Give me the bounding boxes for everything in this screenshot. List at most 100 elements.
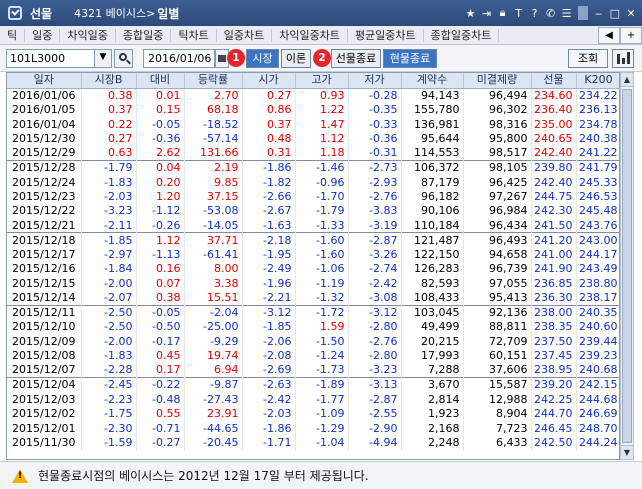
search-button[interactable] <box>114 49 133 68</box>
cell-change-rate: -9.87 <box>184 376 243 392</box>
scroll-thumb[interactable] <box>622 89 632 443</box>
menu-icon[interactable]: ☰ <box>562 7 572 20</box>
col-header-change-rate[interactable]: 등락률 <box>184 73 243 89</box>
cell-open-interest: 7,723 <box>463 420 532 436</box>
table-row[interactable]: 2016/01/04 0.22 -0.05 -18.52 0.37 1.47 -0.33 13… <box>7 116 619 132</box>
cell-date: 2015/12/16 <box>7 261 82 277</box>
table-header-row: 일자 시장B 대비 등락률 시가 고가 저가 계약수 미결제량 선물 K200 <box>7 73 619 89</box>
tab-prev-icon[interactable]: ◀ <box>598 26 620 44</box>
table-row[interactable]: 2015/12/15 -2.00 0.07 3.38 -1.96 -1.19 -2.42 82… <box>7 276 619 291</box>
table-row[interactable]: 2015/12/01 -2.30 -0.71 -44.65 -1.86 -1.29 -2.9… <box>7 420 619 436</box>
col-header-market-basis[interactable]: 시장B <box>81 73 137 89</box>
cell-low: -3.83 <box>348 203 402 219</box>
restore-icon[interactable]: □ <box>610 7 620 20</box>
tab-composite-intraday[interactable]: 종합일중 <box>116 28 172 42</box>
col-header-contracts[interactable]: 계약수 <box>401 73 464 89</box>
star-icon[interactable]: ★ <box>466 7 476 20</box>
minimize-icon[interactable]: ‒ <box>594 7 604 20</box>
cell-open: -2.03 <box>242 406 296 421</box>
cell-change: -0.36 <box>136 131 185 146</box>
cell-contracts: 106,372 <box>401 159 464 175</box>
tab-arbitrage-intraday[interactable]: 차익일중 <box>60 28 116 42</box>
table-row[interactable]: 2015/12/18 -1.85 1.12 37.71 -2.18 -1.60 -2.87 1… <box>7 232 619 248</box>
table-row[interactable]: 2015/12/09 -2.00 -0.17 -9.29 -2.06 -1.50 -2.76… <box>7 333 619 349</box>
col-header-open-interest[interactable]: 미결제량 <box>463 73 532 89</box>
cell-high: -1.50 <box>295 333 349 349</box>
futures-close-button[interactable]: 선물종료 <box>331 49 381 68</box>
table-row[interactable]: 2015/11/30 -1.59 -0.27 -20.45 -1.71 -1.04 -4.9… <box>7 435 619 450</box>
market-basis-button[interactable]: 시장 <box>246 49 279 68</box>
close-icon[interactable]: ✕ <box>626 7 636 20</box>
cell-open-interest: 96,302 <box>463 102 532 117</box>
table-row[interactable]: 2015/12/16 -1.84 0.16 8.00 -2.49 -1.06 -2.74 12… <box>7 261 619 277</box>
phone-icon[interactable]: ✆ <box>546 7 556 20</box>
theory-basis-button[interactable]: 이론 <box>281 49 311 68</box>
tab-average-intraday-chart[interactable]: 평균일중차트 <box>348 28 424 42</box>
cell-open-interest: 96,494 <box>463 88 532 103</box>
text-icon[interactable]: T <box>514 7 524 20</box>
table-row[interactable]: 2015/12/22 -3.23 -1.12 -53.08 -2.67 -1.79 -3.8… <box>7 203 619 219</box>
cell-date: 2015/12/07 <box>7 362 82 378</box>
col-header-low[interactable]: 저가 <box>348 73 402 89</box>
col-header-date[interactable]: 일자 <box>7 73 82 89</box>
tab-tick[interactable]: 틱 <box>0 28 26 42</box>
col-header-k200[interactable]: K200 <box>576 73 619 89</box>
cell-market-basis: -1.59 <box>81 435 137 450</box>
table-row[interactable]: 2015/12/03 -2.23 -0.48 -27.43 -2.42 -1.77 -2.8… <box>7 391 619 407</box>
table-row[interactable]: 2015/12/30 0.27 -0.36 -57.14 0.48 1.12 -0.36 95… <box>7 131 619 146</box>
cell-date: 2015/12/23 <box>7 189 82 204</box>
table-row[interactable]: 2015/12/28 -1.79 0.04 2.19 -1.86 -1.46 -2.73 10… <box>7 159 619 175</box>
table-row[interactable]: 2015/12/24 -1.83 0.20 9.85 -1.82 -0.96 -2.93 87… <box>7 174 619 190</box>
col-header-futures[interactable]: 선물 <box>531 73 577 89</box>
tab-intraday[interactable]: 일중 <box>25 28 61 42</box>
cell-contracts: 94,143 <box>401 88 464 103</box>
tab-tick-chart[interactable]: 틱차트 <box>171 28 217 42</box>
tab-composite-intraday-chart[interactable]: 종합일중차트 <box>424 28 500 42</box>
tab-intraday-chart[interactable]: 일중차트 <box>217 28 273 42</box>
help-icon[interactable]: ? <box>530 7 540 20</box>
cell-k200: 234.22 <box>576 88 619 103</box>
lock-icon[interactable]: 🔒︎ <box>498 6 508 20</box>
cell-open-interest: 97,267 <box>463 189 532 204</box>
cell-low: -2.42 <box>348 276 402 291</box>
tab-next-icon[interactable]: + <box>620 26 642 44</box>
cell-market-basis: -1.83 <box>81 174 137 190</box>
table-row[interactable]: 2015/12/08 -1.83 0.45 19.74 -2.08 -1.24 -2.80 1… <box>7 348 619 363</box>
tab-arbitrage-intraday-chart[interactable]: 차익일중차트 <box>272 28 348 42</box>
table-row[interactable]: 2015/12/07 -2.28 0.17 6.94 -2.69 -1.73 -3.23 7,… <box>7 362 619 378</box>
table-row[interactable]: 2016/01/05 0.37 0.15 68.18 0.86 1.22 -0.35 155,… <box>7 102 619 117</box>
col-header-open[interactable]: 시가 <box>242 73 296 89</box>
table-row[interactable]: 2015/12/02 -1.75 0.55 23.91 -2.03 -1.09 -2.55 1… <box>7 406 619 421</box>
cell-date: 2015/12/14 <box>7 290 82 306</box>
cell-change: -0.05 <box>136 116 185 132</box>
table-row[interactable]: 2015/12/21 -2.11 -0.26 -14.05 -1.63 -1.33 -3.1… <box>7 218 619 233</box>
cell-market-basis: -1.79 <box>81 159 137 175</box>
cell-high: 1.18 <box>295 145 349 161</box>
spot-close-button[interactable]: 현물종료 <box>383 49 437 68</box>
cell-change: 0.15 <box>136 102 185 117</box>
scroll-down-icon[interactable]: ▼ <box>621 445 633 459</box>
chevron-down-icon[interactable]: ▼ <box>94 49 112 68</box>
table-row[interactable]: 2015/12/04 -2.45 -0.22 -9.87 -2.63 -1.89 -3.13… <box>7 376 619 392</box>
table-row[interactable]: 2016/01/06 0.38 0.01 2.70 0.27 0.93 -0.28 94,14… <box>7 88 619 103</box>
col-header-high[interactable]: 고가 <box>295 73 349 89</box>
table-row[interactable]: 2015/12/10 -2.50 -0.50 -25.00 -1.85 1.59 -2.80… <box>7 319 619 334</box>
vertical-scrollbar[interactable]: ▲ ▼ <box>620 72 634 460</box>
cell-market-basis: 0.63 <box>81 145 137 161</box>
cell-market-basis: -2.07 <box>81 290 137 306</box>
col-header-change[interactable]: 대비 <box>136 73 185 89</box>
query-button[interactable]: 조회 <box>568 49 608 68</box>
cell-futures: 242.25 <box>531 391 577 407</box>
cell-market-basis: 0.22 <box>81 116 137 132</box>
cell-open: -1.82 <box>242 174 296 190</box>
scroll-up-icon[interactable]: ▲ <box>621 73 633 87</box>
table-row[interactable]: 2015/12/17 -2.97 -1.13 -61.41 -1.95 -1.60 -3.2… <box>7 247 619 262</box>
table-row[interactable]: 2015/12/14 -2.07 0.38 15.51 -2.21 -1.32 -3.08 1… <box>7 290 619 306</box>
date-input[interactable]: 2016/01/06 <box>143 49 215 68</box>
table-row[interactable]: 2015/12/29 0.63 2.62 131.66 0.31 1.18 -0.31 114… <box>7 145 619 161</box>
export-icon[interactable]: ⇥ <box>482 7 492 20</box>
bar-chart-icon[interactable] <box>612 49 634 68</box>
table-row[interactable]: 2015/12/23 -2.03 1.20 37.15 -2.66 -1.70 -2.76 9… <box>7 189 619 204</box>
table-row[interactable]: 2015/12/11 -2.50 -0.05 -2.04 -3.12 -1.72 -3.12… <box>7 304 619 320</box>
cell-open: 0.31 <box>242 145 296 161</box>
